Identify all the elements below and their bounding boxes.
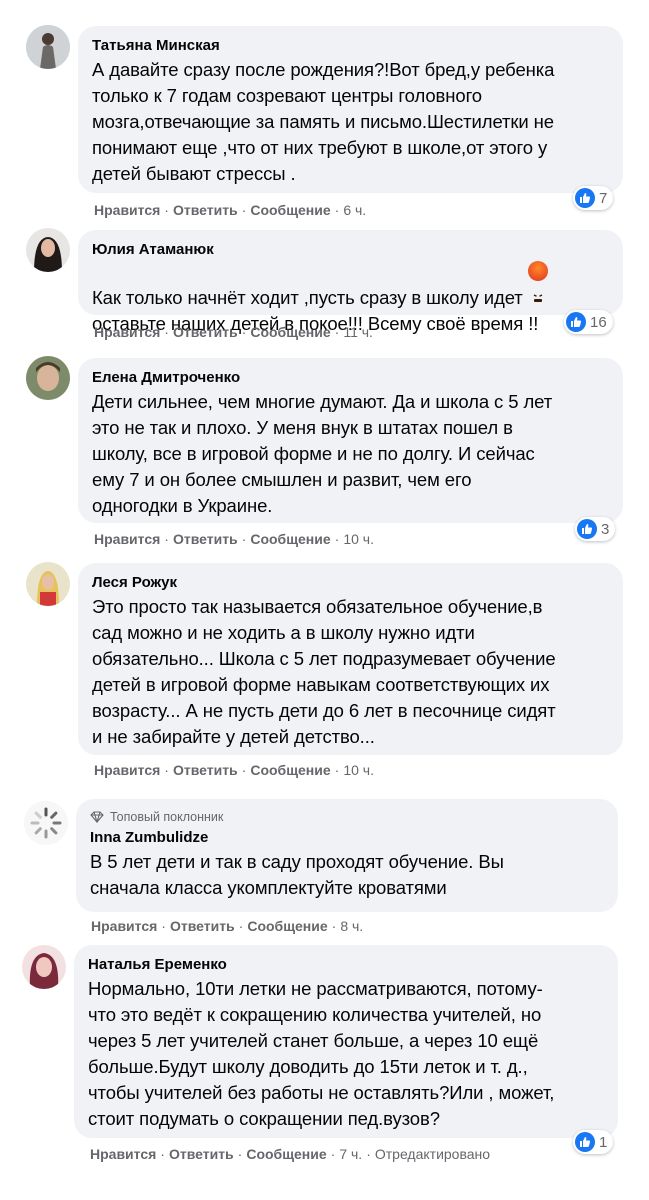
- avatar[interactable]: [26, 25, 70, 69]
- message-button[interactable]: Сообщение: [250, 202, 330, 218]
- message-button[interactable]: Сообщение: [250, 762, 330, 778]
- comment-text: Дети сильнее, чем многие думают. Да и шк…: [92, 391, 553, 516]
- comment-text: Нормально, 10ти летки не рассматриваются…: [88, 978, 555, 1129]
- comment-text: В 5 лет дети и так в саду проходят обуче…: [90, 851, 504, 898]
- avatar[interactable]: [26, 562, 70, 606]
- comment-bubble: Юлия Атаманюк Как только начнёт ходит ,п…: [78, 230, 623, 334]
- avatar[interactable]: [26, 228, 70, 272]
- reaction-count[interactable]: 7: [573, 186, 614, 210]
- comment-actions: Нравится · Ответить · Сообщение · 10 ч.: [94, 531, 374, 547]
- comment-bubble: Наталья Еременко Нормально, 10ти летки н…: [74, 945, 618, 1138]
- avatar-photo: [26, 356, 70, 400]
- like-button[interactable]: Нравится: [94, 531, 160, 547]
- timestamp[interactable]: 8 ч.: [340, 918, 363, 934]
- reaction-number: 7: [599, 189, 608, 207]
- badge-label: Топовый поклонник: [110, 810, 224, 824]
- timestamp[interactable]: 10 ч.: [343, 531, 374, 547]
- edited-label[interactable]: Отредактировано: [375, 1146, 490, 1162]
- avatar-photo: [22, 945, 66, 989]
- reaction-number: 1: [599, 1133, 608, 1151]
- like-button[interactable]: Нравится: [94, 762, 160, 778]
- reply-button[interactable]: Ответить: [170, 918, 235, 934]
- angry-face-emoji: [527, 261, 548, 302]
- avatar[interactable]: [24, 801, 68, 845]
- message-button[interactable]: Сообщение: [247, 918, 327, 934]
- reply-button[interactable]: Ответить: [173, 531, 238, 547]
- message-button[interactable]: Сообщение: [250, 531, 330, 547]
- message-button[interactable]: Сообщение: [246, 1146, 326, 1162]
- reply-button[interactable]: Ответить: [173, 324, 238, 340]
- author-name[interactable]: Inna Zumbulidze: [90, 828, 604, 848]
- avatar-photo: [26, 562, 70, 606]
- avatar[interactable]: [26, 356, 70, 400]
- reaction-count[interactable]: 1: [573, 1130, 614, 1154]
- comment-actions: Нравится · Ответить · Сообщение · 10 ч.: [94, 762, 374, 778]
- timestamp[interactable]: 6 ч.: [343, 202, 366, 218]
- reply-button[interactable]: Ответить: [173, 762, 238, 778]
- timestamp[interactable]: 10 ч.: [343, 762, 374, 778]
- comment-actions: Нравится · Ответить · Сообщение · 7 ч. · Отредак…: [90, 1146, 491, 1162]
- like-reaction-icon: [575, 188, 595, 208]
- reply-button[interactable]: Ответить: [173, 202, 238, 218]
- author-name[interactable]: Юлия Атаманюк: [92, 240, 609, 260]
- comment-actions: Нравится · Ответить · Сообщение · 6 ч.: [94, 202, 367, 218]
- like-button[interactable]: Нравится: [91, 918, 157, 934]
- reaction-number: 3: [601, 520, 610, 538]
- comment-bubble: Топовый поклонник Inna Zumbulidze В 5 ле…: [76, 799, 618, 912]
- comment-bubble: Елена Дмитроченко Дети сильнее, чем мног…: [78, 358, 623, 523]
- author-name[interactable]: Елена Дмитроченко: [92, 368, 609, 388]
- comment-bubble: Леся Рожук Это просто так называется обя…: [78, 563, 623, 755]
- reaction-number: 16: [590, 313, 607, 331]
- author-name[interactable]: Леся Рожук: [92, 573, 609, 593]
- comment-text: А давайте сразу после рождения?!Вот бред…: [92, 59, 555, 184]
- comment-bubble: Татьяна Минская А давайте сразу после ро…: [78, 26, 623, 193]
- avatar-photo: [26, 228, 70, 272]
- message-button[interactable]: Сообщение: [250, 324, 330, 340]
- like-button[interactable]: Нравится: [94, 202, 160, 218]
- comment-actions: Нравится · Ответить · Сообщение · 8 ч.: [91, 918, 364, 934]
- reply-button[interactable]: Ответить: [169, 1146, 234, 1162]
- comment-actions: Нравится · Ответить · Сообщение · 11 ч.: [94, 324, 373, 340]
- like-button[interactable]: Нравится: [94, 324, 160, 340]
- timestamp[interactable]: 7 ч.: [339, 1146, 362, 1162]
- comment-text: Это просто так называется обязательное о…: [92, 596, 556, 747]
- avatar[interactable]: [22, 945, 66, 989]
- author-name[interactable]: Татьяна Минская: [92, 36, 609, 56]
- like-button[interactable]: Нравится: [90, 1146, 156, 1162]
- avatar-photo: [26, 25, 70, 69]
- top-fan-badge[interactable]: Топовый поклонник: [90, 809, 604, 825]
- author-name[interactable]: Наталья Еременко: [88, 955, 604, 975]
- like-reaction-icon: [575, 1132, 595, 1152]
- like-reaction-icon: [577, 519, 597, 539]
- reaction-count[interactable]: 16: [564, 310, 613, 334]
- like-reaction-icon: [566, 312, 586, 332]
- reaction-count[interactable]: 3: [575, 517, 616, 541]
- loading-spinner-icon: [24, 801, 68, 845]
- diamond-icon: [90, 811, 104, 823]
- timestamp[interactable]: 11 ч.: [343, 324, 373, 340]
